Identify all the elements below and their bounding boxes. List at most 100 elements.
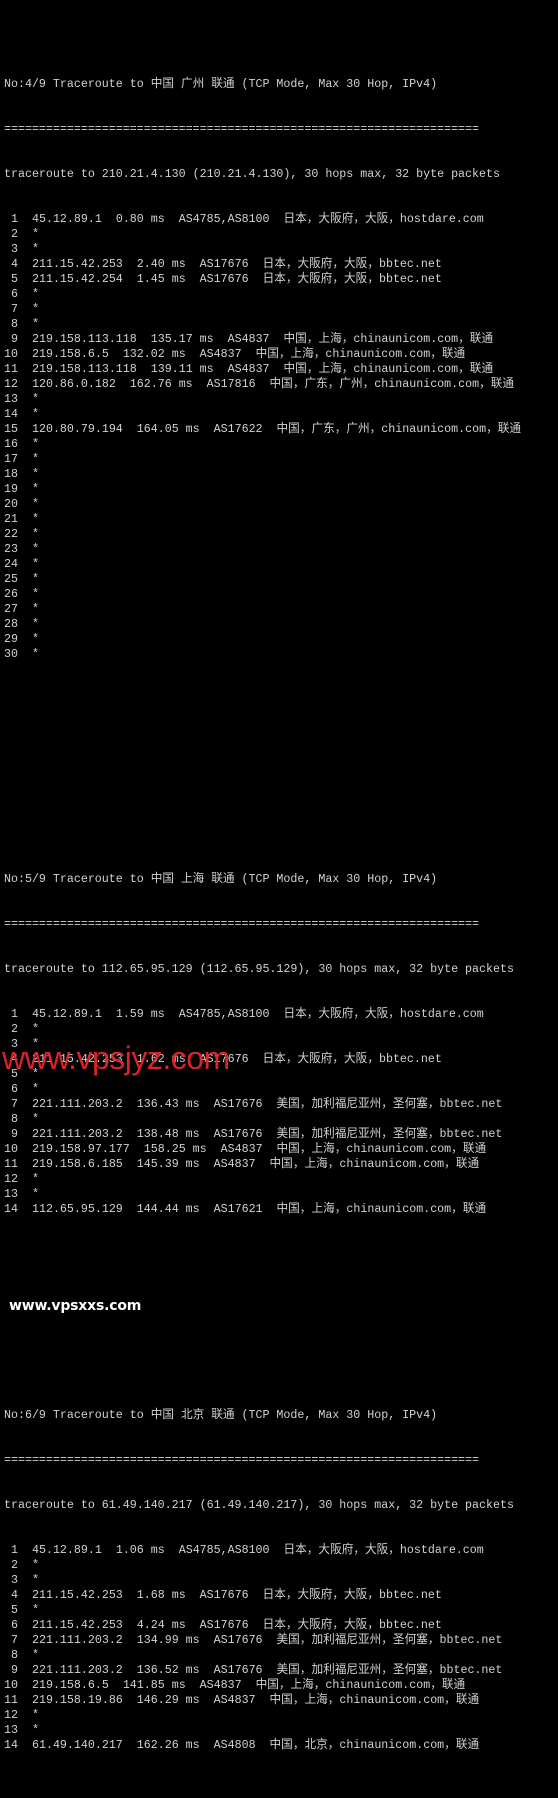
- hop-timeout: *: [31, 588, 39, 601]
- hop-timeout: *: [31, 513, 39, 526]
- hop-geo: 日本，大阪府，大阪，hostdare.com: [283, 213, 484, 226]
- hop-asn: AS4808: [213, 1739, 256, 1752]
- hop-list: 1 45.12.89.1 1.59 ms AS4785,AS8100 日本，大阪…: [4, 1007, 521, 1217]
- hop-asn: AS17676: [213, 1664, 263, 1677]
- hop-ip: 112.65.95.129: [31, 1203, 123, 1216]
- hop-number: 16: [4, 438, 18, 451]
- hop-number: 20: [4, 498, 18, 511]
- hop-timeout: *: [31, 648, 39, 661]
- hop-asn: AS17676: [213, 1098, 263, 1111]
- section-header: No:6/9 Traceroute to 中国 北京 联通 (TCP Mode,…: [4, 1409, 438, 1422]
- hop-asn: AS17621: [213, 1203, 263, 1216]
- hop-number: 6: [11, 1083, 18, 1096]
- hop-rtt: 1.45 ms: [136, 273, 186, 286]
- hop-ip: 61.49.140.217: [31, 1739, 123, 1752]
- hop-geo: 中国，上海，chinaunicom.com，联通: [276, 1143, 487, 1156]
- hop-timeout: *: [31, 618, 39, 631]
- hop-row: 13 *: [4, 1723, 521, 1738]
- hop-number: 19: [4, 483, 18, 496]
- hop-rtt: 162.26 ms: [136, 1739, 200, 1752]
- hop-row: 30 *: [4, 647, 521, 662]
- hop-number: 13: [4, 1724, 18, 1737]
- hop-ip: 219.158.113.118: [31, 333, 137, 346]
- hop-row: 4 211.15.42.253 2.40 ms AS17676 日本，大阪府，大…: [4, 257, 521, 272]
- hop-ip: 45.12.89.1: [31, 1544, 102, 1557]
- hop-geo: 中国，上海，chinaunicom.com，联通: [283, 363, 494, 376]
- hop-asn: AS4785,AS8100: [178, 1544, 270, 1557]
- hop-number: 10: [4, 348, 18, 361]
- hop-number: 13: [4, 393, 18, 406]
- hop-number: 22: [4, 528, 18, 541]
- hop-number: 27: [4, 603, 18, 616]
- hop-number: 1: [11, 213, 18, 226]
- hop-number: 14: [4, 1739, 18, 1752]
- traceroute-section: No:6/9 Traceroute to 中国 北京 联通 (TCP Mode,…: [4, 1378, 521, 1783]
- hop-row: 11 219.158.19.86 146.29 ms AS4837 中国，上海，…: [4, 1693, 521, 1708]
- hop-rtt: 134.99 ms: [136, 1634, 200, 1647]
- hop-ip: 219.158.6.5: [31, 1679, 109, 1692]
- hop-number: 7: [11, 303, 18, 316]
- hop-number: 28: [4, 618, 18, 631]
- traceroute-section: No:4/9 Traceroute to 中国 广州 联通 (TCP Mode,…: [4, 47, 521, 692]
- hop-number: 11: [4, 1694, 18, 1707]
- hop-timeout: *: [31, 243, 39, 256]
- hop-row: 11 219.158.113.118 139.11 ms AS4837 中国，上…: [4, 362, 521, 377]
- hop-row: 8 *: [4, 1112, 521, 1127]
- hop-asn: AS17676: [213, 1128, 263, 1141]
- hop-timeout: *: [31, 483, 39, 496]
- hop-row: 5 211.15.42.254 1.45 ms AS17676 日本，大阪府，大…: [4, 272, 521, 287]
- hop-rtt: 0.80 ms: [115, 213, 165, 226]
- hop-row: 9 219.158.113.118 135.17 ms AS4837 中国，上海…: [4, 332, 521, 347]
- hop-row: 16 *: [4, 437, 521, 452]
- hop-asn: AS4837: [227, 363, 270, 376]
- hop-timeout: *: [31, 228, 39, 241]
- hop-asn: AS17676: [199, 1619, 249, 1632]
- hop-row: 8 *: [4, 1648, 521, 1663]
- hop-asn: AS4837: [199, 348, 242, 361]
- hop-row: 28 *: [4, 617, 521, 632]
- hop-number: 3: [11, 1574, 18, 1587]
- hop-row: 9 221.111.203.2 136.52 ms AS17676 美国，加利福…: [4, 1663, 521, 1678]
- hop-timeout: *: [31, 543, 39, 556]
- hop-row: 13 *: [4, 1187, 521, 1202]
- hop-row: 26 *: [4, 587, 521, 602]
- hop-rtt: 132.02 ms: [122, 348, 186, 361]
- hop-geo: 美国，加利福尼亚州，圣何塞，bbtec.net: [276, 1098, 503, 1111]
- hop-ip: 120.86.0.182: [31, 378, 116, 391]
- hop-number: 13: [4, 1188, 18, 1201]
- hop-rtt: 144.44 ms: [136, 1203, 200, 1216]
- hop-geo: 日本，大阪府，大阪，hostdare.com: [283, 1544, 484, 1557]
- hop-timeout: *: [31, 408, 39, 421]
- section-header: No:4/9 Traceroute to 中国 广州 联通 (TCP Mode,…: [4, 78, 438, 91]
- hop-row: 2 *: [4, 1022, 521, 1037]
- hop-number: 2: [11, 1559, 18, 1572]
- hop-ip: 219.158.97.177: [31, 1143, 130, 1156]
- hop-number: 26: [4, 588, 18, 601]
- hop-row: 14 61.49.140.217 162.26 ms AS4808 中国，北京，…: [4, 1738, 521, 1753]
- watermark-vpsjyz: www.vpsjyz.com: [2, 1040, 230, 1076]
- hop-number: 23: [4, 543, 18, 556]
- hop-row: 17 *: [4, 452, 521, 467]
- hop-rtt: 139.11 ms: [150, 363, 214, 376]
- hop-ip: 45.12.89.1: [31, 1008, 102, 1021]
- hop-timeout: *: [31, 303, 39, 316]
- hop-number: 10: [4, 1143, 18, 1156]
- hop-geo: 日本，大阪府，大阪，bbtec.net: [262, 1619, 442, 1632]
- hop-rtt: 164.05 ms: [136, 423, 200, 436]
- hop-number: 11: [4, 363, 18, 376]
- hop-row: 3 *: [4, 1573, 521, 1588]
- hop-timeout: *: [31, 1574, 39, 1587]
- hop-number: 2: [11, 1023, 18, 1036]
- hop-row: 10 219.158.97.177 158.25 ms AS4837 中国，上海…: [4, 1142, 521, 1157]
- hop-row: 9 221.111.203.2 138.48 ms AS17676 美国，加利福…: [4, 1127, 521, 1142]
- hop-rtt: 4.24 ms: [136, 1619, 186, 1632]
- hop-row: 19 *: [4, 482, 521, 497]
- hop-rtt: 141.85 ms: [122, 1679, 186, 1692]
- hop-asn: AS4785,AS8100: [178, 1008, 270, 1021]
- hop-geo: 中国，上海，chinaunicom.com，联通: [255, 348, 466, 361]
- hop-rtt: 136.43 ms: [136, 1098, 200, 1111]
- hop-timeout: *: [31, 468, 39, 481]
- hop-asn: AS4837: [213, 1694, 256, 1707]
- hop-ip: 221.111.203.2: [31, 1128, 123, 1141]
- hop-row: 4 211.15.42.253 1.68 ms AS17676 日本，大阪府，大…: [4, 1588, 521, 1603]
